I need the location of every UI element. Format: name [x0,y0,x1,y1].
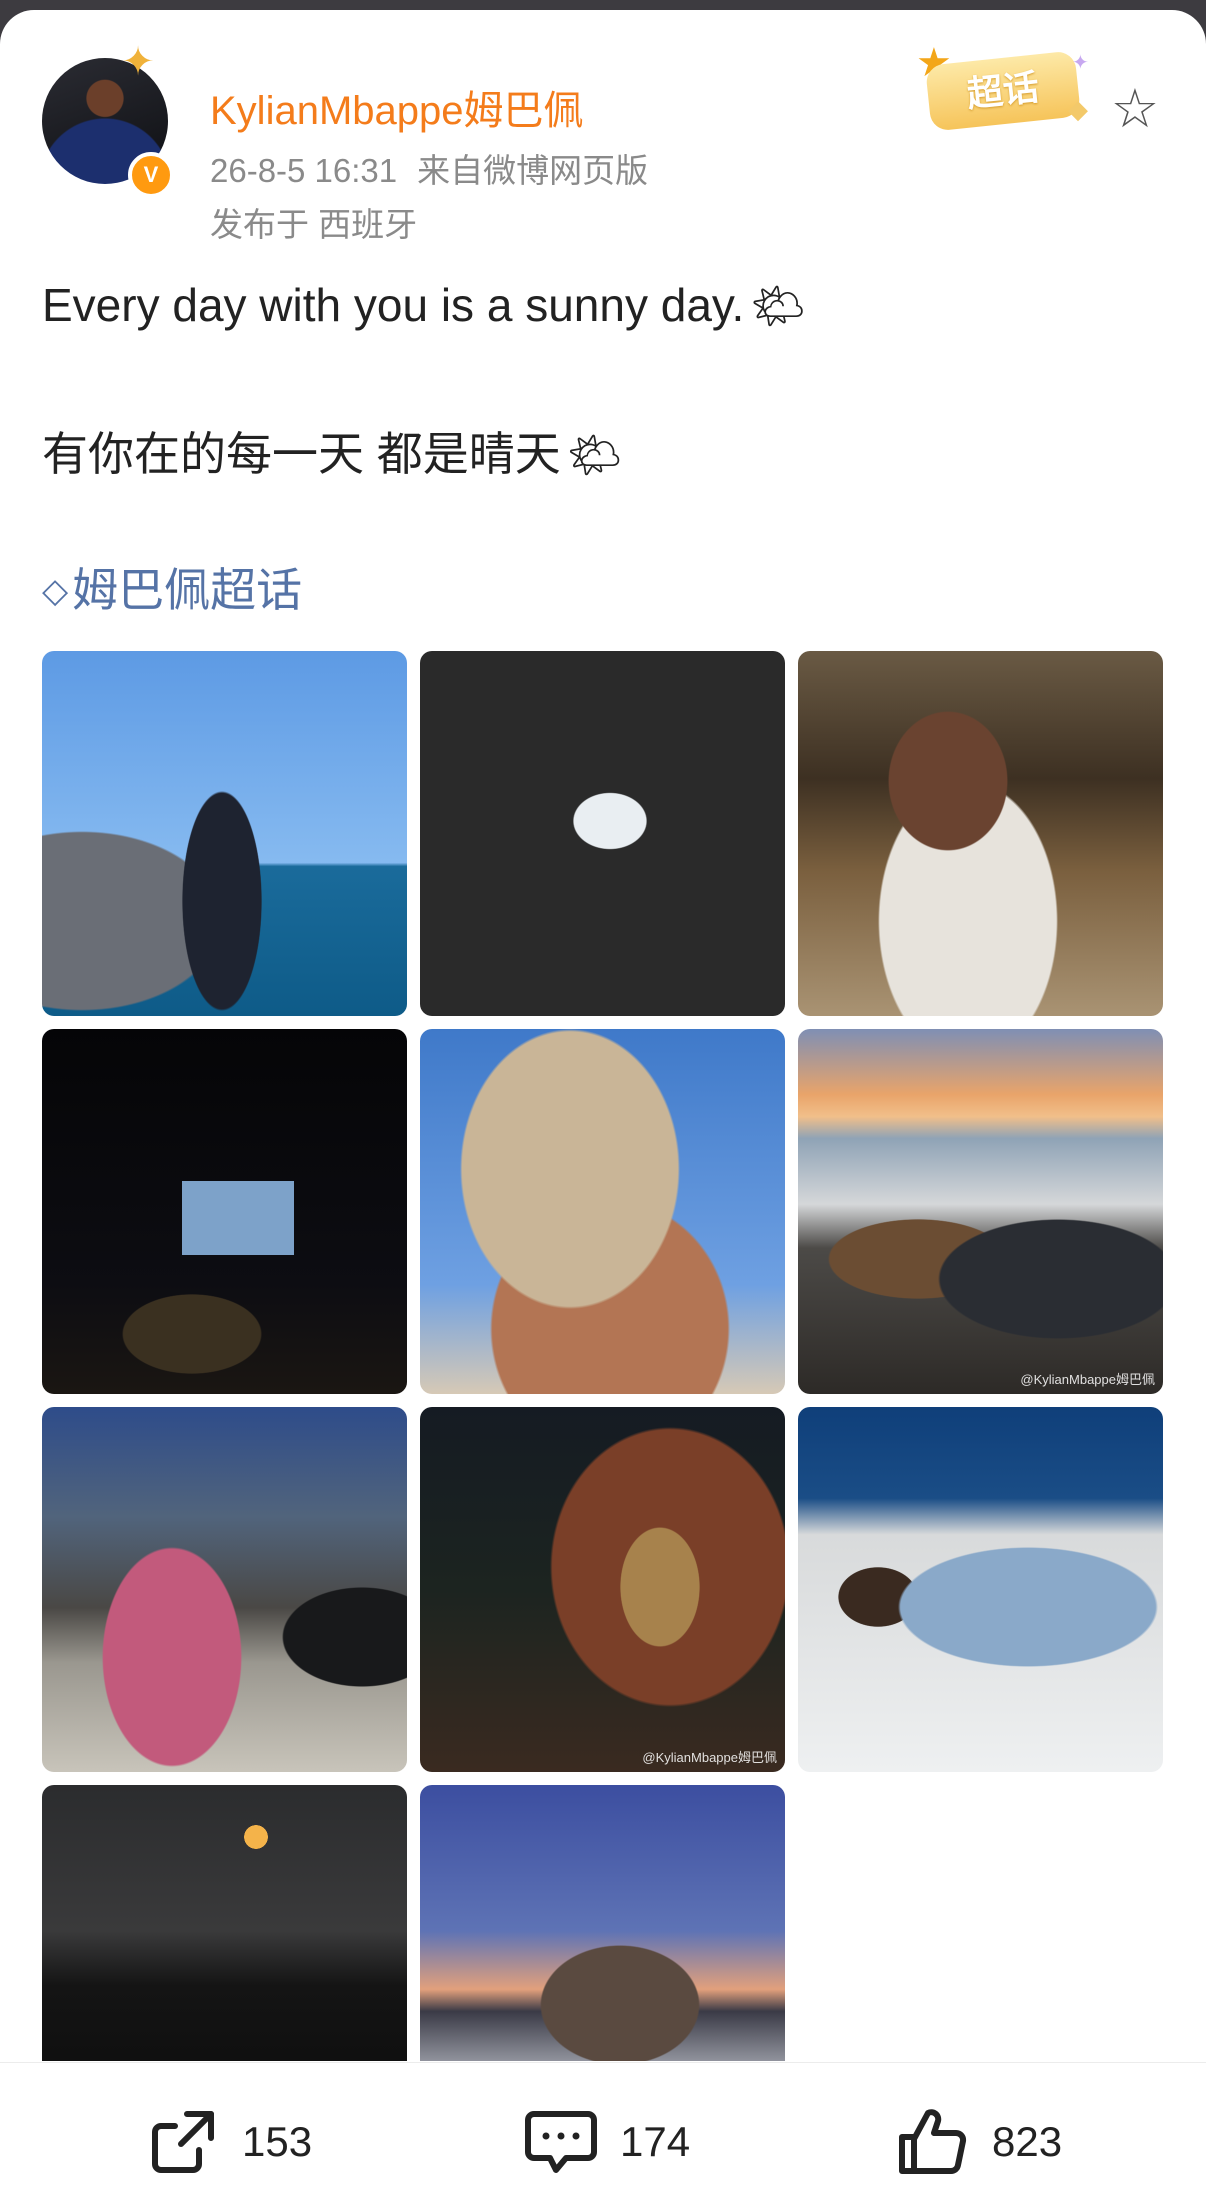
post-meta: 26-8-5 16:31 来自微博网页版 [210,144,648,192]
weibo-post-card: ✦ V KylianMbappe姆巴佩 26-8-5 16:31 来自微博网页版 … [0,10,1206,2209]
comment-count: 174 [620,2117,691,2165]
photo-grid: @KylianMbappe姆巴佩 @KylianMbappe姆巴佩 [42,651,1164,2061]
sun-cloud-icon: 🌤 [566,431,623,480]
post-text-chinese: 有你在的每一天 都是晴天 🌤 [42,418,623,484]
photo-boat-deck-resting[interactable] [798,1407,1163,1772]
diamond-topic-icon: ◇ [42,572,69,610]
topic-label: 姆巴佩超话 [72,564,303,616]
super-topic-badge[interactable]: 超话 [924,50,1082,132]
like-count: 823 [992,2117,1063,2165]
photo-street-drink[interactable] [42,1407,407,1772]
post-text-en: Every day with you is a sunny day. [42,279,745,331]
photo-towel-phone-selfie[interactable] [420,1029,785,1394]
diamond-icon: ◆ [1068,94,1088,124]
speech-bubble-icon [524,2105,598,2179]
photo-moon-night-hills[interactable] [42,1785,407,2061]
photo-outdoor-cinema-night[interactable] [42,1029,407,1394]
verified-badge-icon: V [128,152,174,198]
photo-palm-trees-night[interactable]: @KylianMbappe姆巴佩 [420,1407,785,1772]
post-source: 来自微博网页版 [417,152,649,189]
thumbs-up-icon [896,2105,970,2179]
star-outline-icon[interactable]: ☆ [1106,80,1164,138]
photo-shop-dresses[interactable] [798,651,1163,1016]
unicorn-frame-icon: ✦ [121,40,155,84]
photo-sunset-dinner-table[interactable]: @KylianMbappe姆巴佩 [798,1029,1163,1394]
topic-link[interactable]: ◇姆巴佩超话 [42,554,302,620]
repost-count: 153 [242,2117,313,2165]
post-timestamp: 26-8-5 16:31 [210,152,398,189]
repost-button[interactable]: 153 [146,2063,312,2209]
photo-watermark: @KylianMbappe姆巴佩 [1020,1372,1155,1387]
username[interactable]: KylianMbappe姆巴佩 [210,78,584,136]
sun-cloud-icon: 🌤 [750,282,807,331]
post-text-zh: 有你在的每一天 都是晴天 [42,428,561,480]
share-arrow-icon [146,2105,220,2179]
comment-button[interactable]: 174 [524,2063,690,2209]
sparkle-icon: ✦ [1072,52,1089,74]
photo-yacht-sea-standing[interactable] [42,651,407,1016]
photo-watermark: @KylianMbappe姆巴佩 [642,1750,777,1765]
post-location: 发布于 西班牙 [210,206,418,243]
action-bar: 153 174 823 [0,2062,1206,2209]
photo-snorkeling[interactable] [420,651,785,1016]
photo-yacht-dusk-seated[interactable] [420,1785,785,2061]
like-button[interactable]: 823 [896,2063,1062,2209]
post-text-english: Every day with you is a sunny day. 🌤 [42,278,806,332]
